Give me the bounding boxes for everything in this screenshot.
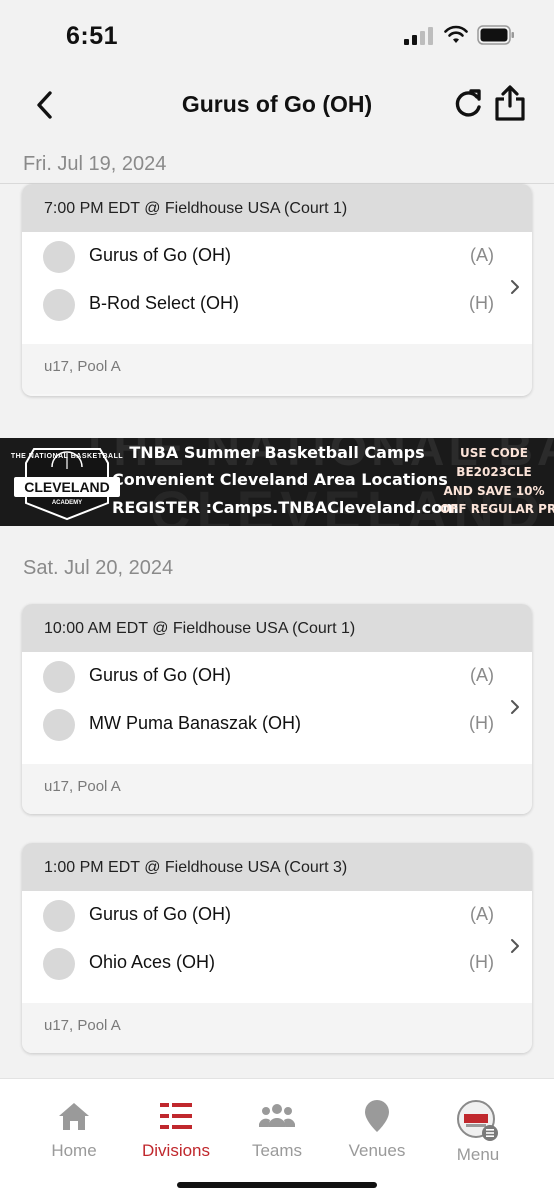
ad-banner[interactable]: THE NATIONAL BASKETBALL CLEVELAND THE NA… (0, 438, 554, 526)
team-logo (43, 900, 75, 932)
game-card[interactable]: 10:00 AM EDT @ Fieldhouse USA (Court 1) … (22, 604, 532, 814)
chevron-right-icon (511, 280, 519, 294)
wifi-icon (444, 25, 468, 43)
team-designation: (A) (470, 904, 494, 924)
team-name: Gurus of Go (OH) (89, 665, 232, 685)
ad-register-line: REGISTER :Camps.TNBACleveland.com (112, 498, 459, 517)
chevron-right-icon (511, 939, 519, 953)
tab-menu[interactable]: Menu (428, 1079, 528, 1179)
tab-label: Menu (456, 1145, 500, 1164)
ad-promo-code: BE2023CLE (456, 465, 532, 479)
tab-venues[interactable]: Venues (327, 1079, 427, 1179)
team-row: Ohio Aces (OH) (H) (22, 939, 532, 987)
ad-promo-text: OFF REGULAR PRICE (440, 502, 554, 516)
ad-promo-text: AND SAVE 10% (443, 484, 545, 498)
team-logo (43, 241, 75, 273)
game-teams: Gurus of Go (OH) (A) B-Rod Select (OH) (… (22, 232, 532, 344)
refresh-button[interactable] (451, 87, 485, 121)
ad-headline: TNBA Summer Basketball Camps (129, 443, 425, 462)
team-logo (43, 289, 75, 321)
game-card[interactable]: 1:00 PM EDT @ Fieldhouse USA (Court 3) G… (22, 843, 532, 1053)
team-name: Gurus of Go (OH) (89, 904, 232, 924)
team-name: Gurus of Go (OH) (89, 245, 232, 265)
game-division: u17, Pool A (22, 1003, 532, 1053)
team-row: MW Puma Banaszak (OH) (H) (22, 700, 532, 748)
tab-teams[interactable]: Teams (227, 1079, 327, 1179)
game-teams: Gurus of Go (OH) (A) MW Puma Banaszak (O… (22, 652, 532, 764)
team-name: B-Rod Select (OH) (89, 293, 240, 313)
home-icon (59, 1103, 89, 1130)
game-time-venue: 7:00 PM EDT @ Fieldhouse USA (Court 1) (22, 184, 532, 232)
date-header: Fri. Jul 19, 2024 (23, 153, 167, 175)
home-indicator (177, 1182, 377, 1188)
tab-divisions[interactable]: Divisions (126, 1079, 226, 1179)
team-logo (43, 661, 75, 693)
game-card[interactable]: 7:00 PM EDT @ Fieldhouse USA (Court 1) G… (22, 184, 532, 396)
team-designation: (H) (469, 713, 494, 733)
menu-icon (457, 1100, 498, 1141)
team-row: Gurus of Go (OH) (A) (22, 652, 532, 700)
chevron-right-icon (511, 700, 519, 714)
teams-icon (259, 1104, 295, 1127)
status-time: 6:51 (66, 22, 119, 50)
ad-subline: Convenient Cleveland Area Locations (112, 470, 448, 489)
team-designation: (A) (470, 245, 494, 265)
date-header: Sat. Jul 20, 2024 (23, 557, 174, 579)
tab-label: Divisions (141, 1141, 211, 1160)
battery-icon (477, 25, 514, 45)
team-designation: (H) (469, 952, 494, 972)
game-time-venue: 1:00 PM EDT @ Fieldhouse USA (Court 3) (22, 843, 532, 891)
tab-label: Venues (348, 1141, 406, 1160)
map-pin-icon (365, 1100, 389, 1132)
tab-home[interactable]: Home (24, 1079, 124, 1179)
game-division: u17, Pool A (22, 764, 532, 814)
team-row: Gurus of Go (OH) (A) (22, 891, 532, 939)
team-designation: (H) (469, 293, 494, 313)
tab-label: Teams (251, 1141, 303, 1160)
team-designation: (A) (470, 665, 494, 685)
game-division: u17, Pool A (22, 344, 532, 394)
ad-promo-text: USE CODE (460, 446, 528, 460)
team-logo (43, 709, 75, 741)
logo-main-text: CLEVELAND (14, 477, 120, 497)
team-logo (43, 948, 75, 980)
team-name: MW Puma Banaszak (OH) (89, 713, 302, 733)
navigation-bar: Gurus of Go (OH) (0, 74, 554, 136)
game-teams: Gurus of Go (OH) (A) Ohio Aces (OH) (H) (22, 891, 532, 1003)
status-bar: 6:51 (0, 0, 554, 74)
team-row: Gurus of Go (OH) (A) (22, 232, 532, 280)
team-row: B-Rod Select (OH) (H) (22, 280, 532, 328)
game-time-venue: 10:00 AM EDT @ Fieldhouse USA (Court 1) (22, 604, 532, 652)
divisions-icon (160, 1103, 192, 1129)
share-button[interactable] (493, 84, 527, 122)
tab-label: Home (51, 1141, 97, 1160)
cellular-signal-icon (404, 27, 433, 45)
team-name: Ohio Aces (OH) (89, 952, 216, 972)
